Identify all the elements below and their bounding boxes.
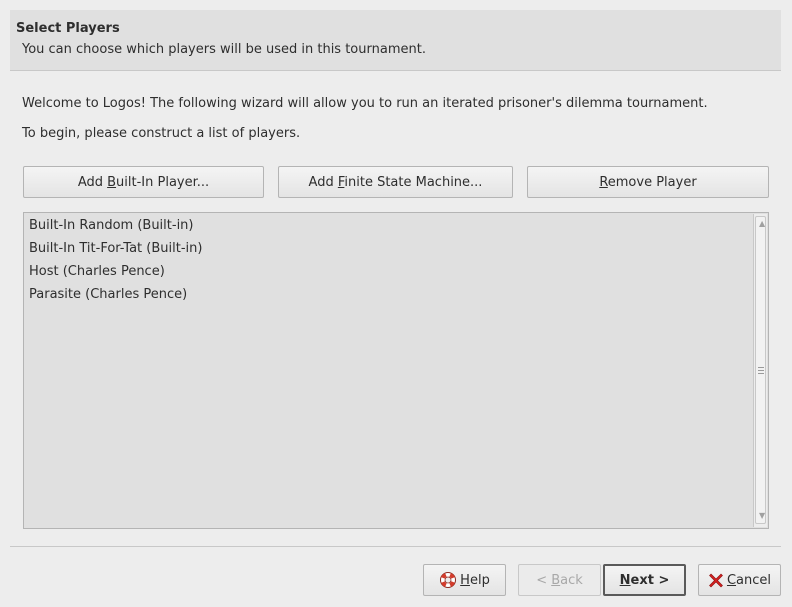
help-label: Help bbox=[460, 572, 490, 588]
add-built-in-player-label: Add Built-In Player... bbox=[77, 174, 210, 190]
cancel-x-icon bbox=[708, 572, 724, 588]
add-finite-state-machine-button[interactable]: Add Finite State Machine... bbox=[278, 166, 513, 198]
list-scrollbar[interactable]: ▲ ▼ bbox=[753, 214, 767, 527]
help-lifebuoy-icon bbox=[439, 571, 457, 589]
back-label: < Back bbox=[536, 572, 583, 588]
help-button[interactable]: Help bbox=[423, 564, 506, 596]
page-subtitle: You can choose which players will be use… bbox=[22, 42, 426, 57]
next-label: Next > bbox=[619, 572, 670, 588]
scroll-up-arrow-icon[interactable]: ▲ bbox=[759, 219, 765, 229]
back-button[interactable]: < Back bbox=[518, 564, 601, 596]
welcome-text: Welcome to Logos! The following wizard w… bbox=[22, 96, 708, 111]
cancel-label: Cancel bbox=[726, 572, 772, 588]
remove-player-label: Remove Player bbox=[599, 174, 697, 190]
list-item[interactable]: Host (Charles Pence) bbox=[29, 264, 165, 279]
cancel-button[interactable]: Cancel bbox=[698, 564, 781, 596]
player-list[interactable]: Built-In Random (Built-in) Built-In Tit-… bbox=[23, 212, 769, 529]
page-title: Select Players bbox=[16, 21, 120, 36]
list-item[interactable]: Built-In Tit-For-Tat (Built-in) bbox=[29, 241, 202, 256]
wizard-header: Select Players You can choose which play… bbox=[10, 10, 781, 71]
instruction-text: To begin, please construct a list of pla… bbox=[22, 126, 301, 141]
add-built-in-player-button[interactable]: Add Built-In Player... bbox=[23, 166, 264, 198]
scrollbar-thumb[interactable]: ▲ ▼ bbox=[755, 216, 766, 524]
list-item[interactable]: Parasite (Charles Pence) bbox=[29, 287, 187, 302]
next-button[interactable]: Next > bbox=[603, 564, 686, 596]
scrollbar-grip-icon bbox=[758, 367, 764, 374]
list-item[interactable]: Built-In Random (Built-in) bbox=[29, 218, 194, 233]
remove-player-button[interactable]: Remove Player bbox=[527, 166, 769, 198]
add-finite-state-machine-label: Add Finite State Machine... bbox=[308, 174, 483, 190]
scroll-down-arrow-icon[interactable]: ▼ bbox=[759, 511, 765, 521]
footer-divider bbox=[10, 546, 781, 547]
